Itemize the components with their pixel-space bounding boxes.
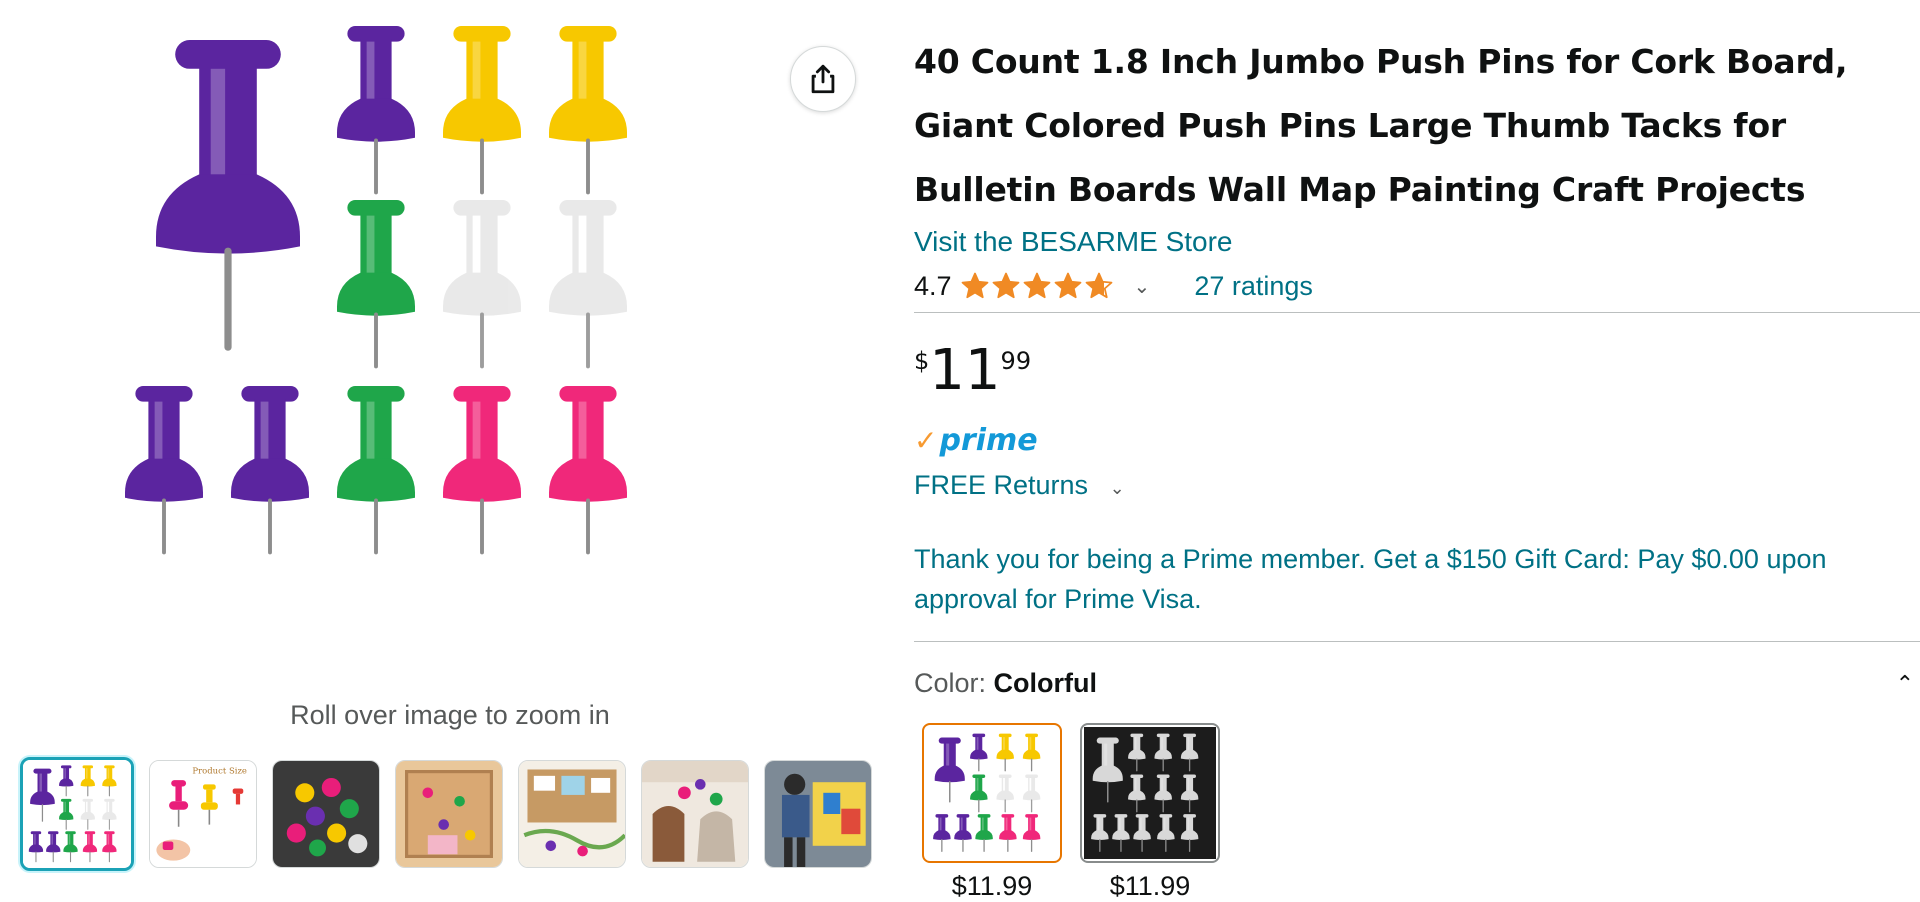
thumbnail-image	[765, 761, 871, 867]
color-label: Color:	[914, 668, 987, 698]
prime-label: prime	[939, 423, 1038, 458]
thumbnail-1[interactable]	[20, 757, 134, 871]
price-fraction: 99	[1000, 347, 1032, 375]
star-icon	[1054, 272, 1081, 299]
prime-visa-promo[interactable]: Thank you for being a Prime member. Get …	[914, 539, 1904, 619]
thumbnail-6[interactable]	[641, 760, 749, 868]
chevron-down-icon[interactable]: ⌄	[1134, 274, 1151, 299]
thumbnail-image: Product Size	[150, 761, 256, 867]
returns-label: FREE Returns	[914, 470, 1089, 500]
thumbnail-image	[273, 761, 379, 867]
price: $ 11 99	[914, 341, 1920, 401]
swatch-image	[1080, 723, 1220, 863]
price-symbol: $	[914, 347, 930, 375]
color-value: Colorful	[993, 668, 1098, 698]
star-rating[interactable]	[960, 271, 1114, 301]
push-pins-image	[120, 18, 780, 678]
product-info: 40 Count 1.8 Inch Jumbo Push Pins for Co…	[914, 30, 1920, 902]
swatch-price: $11.99	[951, 871, 1033, 901]
thumbnail-strip: Product Size	[20, 757, 872, 871]
thumbnail-image	[642, 761, 748, 867]
swatch-clear[interactable]: $11.99	[1080, 723, 1220, 902]
share-icon	[811, 64, 835, 94]
free-returns-link[interactable]: FREE Returns ⌄	[914, 470, 1125, 501]
divider	[914, 641, 1920, 642]
ratings-count-link[interactable]: 27 ratings	[1194, 271, 1313, 302]
store-link[interactable]: Visit the BESARME Store	[914, 226, 1233, 258]
rating-row: 4.7 ⌄ 27 ratings	[914, 266, 1920, 306]
check-icon: ✓	[914, 424, 938, 457]
chevron-down-icon: ⌄	[1109, 478, 1125, 498]
star-icon	[961, 272, 988, 299]
swatch-price: $11.99	[1109, 871, 1191, 901]
thumbnail-7[interactable]	[764, 760, 872, 868]
prime-badge: ✓ prime	[914, 423, 1920, 458]
product-title: 40 Count 1.8 Inch Jumbo Push Pins for Co…	[914, 42, 1848, 209]
swatch-image	[922, 723, 1062, 863]
swatch-colorful[interactable]: $11.99	[922, 723, 1062, 902]
color-swatches: $11.99 $11.99	[922, 723, 1920, 902]
main-product-image[interactable]	[120, 18, 780, 678]
thumbnail-4[interactable]	[395, 760, 503, 868]
thumbnail-5[interactable]	[518, 760, 626, 868]
zoom-hint: Roll over image to zoom in	[290, 700, 610, 730]
divider	[914, 312, 1920, 313]
star-icon	[1023, 272, 1050, 299]
svg-text:Product Size: Product Size	[192, 766, 247, 776]
share-button[interactable]	[790, 46, 856, 112]
thumbnail-image	[396, 761, 502, 867]
price-whole: 11	[929, 338, 1001, 403]
thumbnail-image	[23, 760, 131, 868]
thumbnail-3[interactable]	[272, 760, 380, 868]
thumbnail-2[interactable]: Product Size	[149, 760, 257, 868]
star-icon	[1085, 272, 1112, 299]
color-selector-header: Color: Colorful ⌃	[914, 668, 1920, 699]
thumbnail-image	[519, 761, 625, 867]
chevron-up-icon[interactable]: ⌃	[1896, 671, 1914, 697]
star-icon	[992, 272, 1019, 299]
rating-value: 4.7	[914, 270, 952, 301]
